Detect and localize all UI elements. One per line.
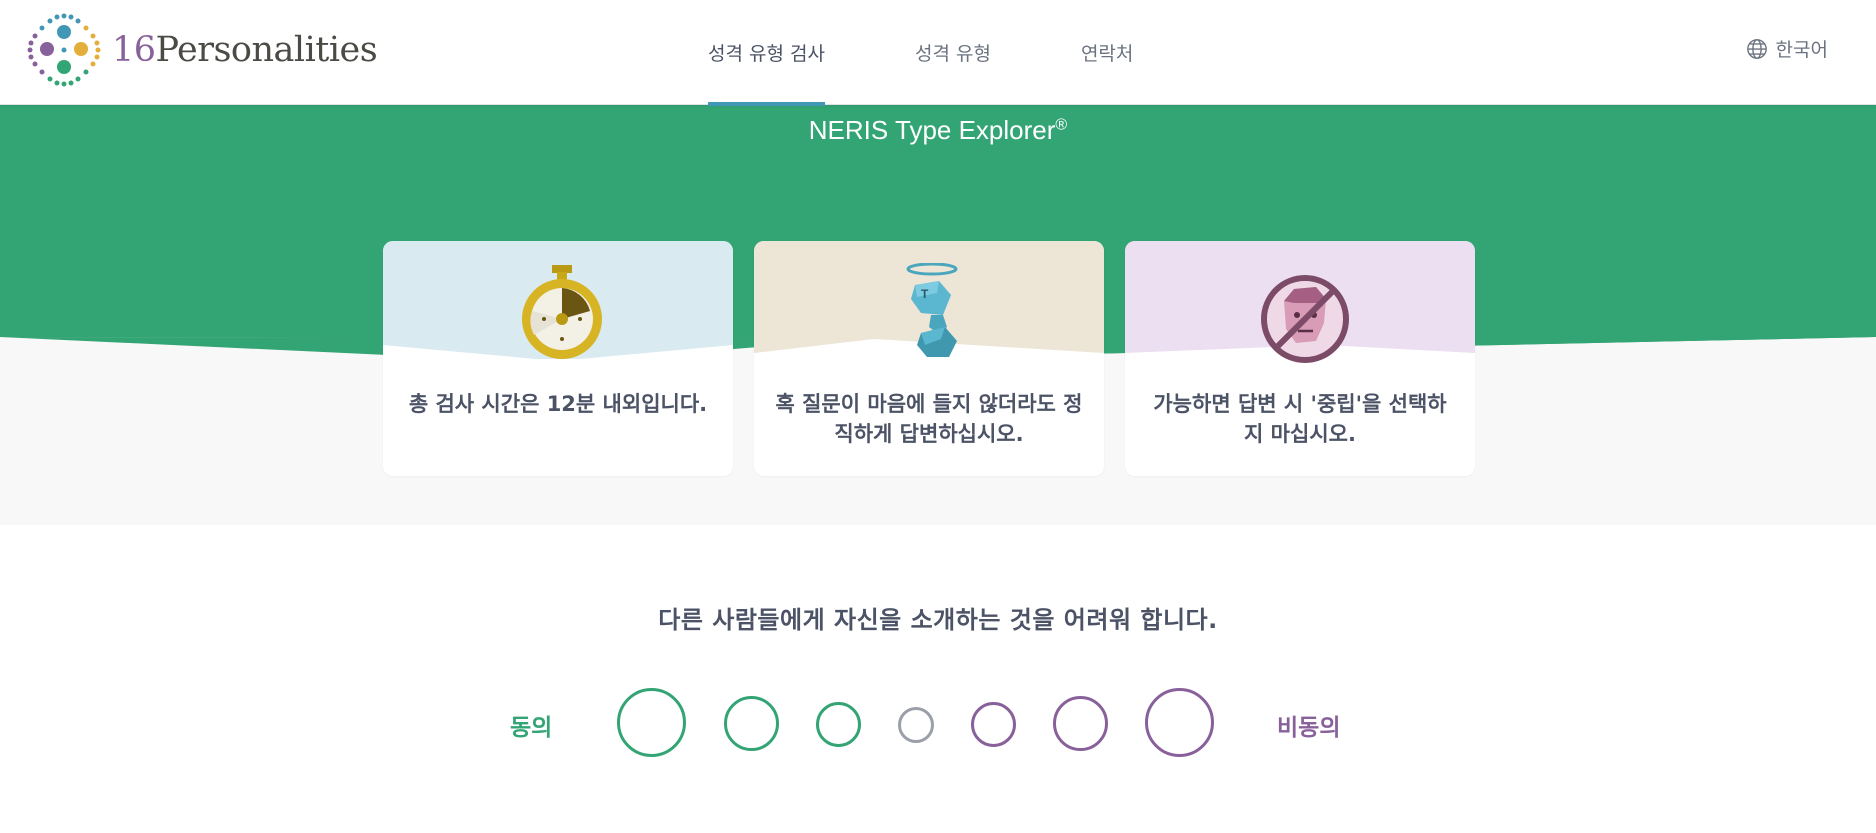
no-neutral-face-icon [1261, 275, 1349, 363]
angel-figure-icon: T [906, 263, 958, 357]
language-label: 한국어 [1775, 39, 1828, 61]
hero-title-text: NERIS Type Explorer [808, 115, 1056, 145]
agree-label: 동의 [510, 715, 553, 741]
nav-personality-test[interactable]: 성격 유형 검사 [708, 0, 825, 106]
option-strongly-agree[interactable] [617, 688, 686, 757]
disagree-label: 비동의 [1277, 715, 1341, 741]
hero-title: NERIS Type Explorer® [0, 115, 1876, 146]
tip-card-time: 총 검사 시간은 12분 내외입니다. [383, 241, 733, 476]
svg-text:T: T [921, 287, 929, 301]
nav-contact[interactable]: 연락처 [1081, 0, 1133, 105]
option-strongly-disagree[interactable] [1145, 688, 1214, 757]
option-agree[interactable] [724, 696, 779, 751]
logo-text: 16Personalities [112, 30, 378, 70]
tip-card-neutral: 가능하면 답변 시 '중립'을 선택하지 마십시오. [1125, 241, 1475, 476]
logo-wordmark: Personalities [155, 30, 378, 70]
site-logo[interactable]: 16Personalities [26, 12, 378, 88]
nav-personality-types[interactable]: 성격 유형 [915, 0, 991, 105]
main-nav: 성격 유형 검사 성격 유형 연락처 [708, 0, 1223, 106]
logo-number: 16 [112, 30, 156, 70]
option-slightly-agree[interactable] [816, 702, 861, 747]
option-slightly-disagree[interactable] [971, 702, 1016, 747]
tip-card-honesty: T 혹 질문이 마음에 들지 않더라도 정직하게 답변하십시오. [754, 241, 1104, 476]
language-selector[interactable]: 한국어 [1746, 0, 1828, 97]
logo-dots-icon [27, 13, 101, 87]
site-header: 16Personalities 성격 유형 검사 성격 유형 연락처 한국어 [0, 0, 1876, 106]
option-disagree[interactable] [1053, 696, 1108, 751]
tip-text-time: 총 검사 시간은 12분 내외입니다. [408, 392, 708, 416]
tip-text-honesty: 혹 질문이 마음에 들지 않더라도 정직하게 답변하십시오. [775, 392, 1083, 446]
test-intro-hero: NERIS Type Explorer® 총 검사 시간은 12분 내외입니다.… [0, 105, 1876, 525]
registered-mark: ® [1055, 116, 1068, 134]
answer-scale: 동의 비동의 [0, 688, 1876, 760]
option-neutral[interactable] [898, 707, 934, 743]
tips-cards: 총 검사 시간은 12분 내외입니다. T 혹 질문이 마음에 들지 않더라도 … [383, 241, 1496, 476]
stopwatch-icon [522, 265, 602, 359]
tip-text-neutral: 가능하면 답변 시 '중립'을 선택하지 마십시오. [1153, 392, 1447, 446]
globe-icon [1746, 38, 1767, 59]
question-text: 다른 사람들에게 자신을 소개하는 것을 어려워 합니다. [658, 606, 1218, 634]
